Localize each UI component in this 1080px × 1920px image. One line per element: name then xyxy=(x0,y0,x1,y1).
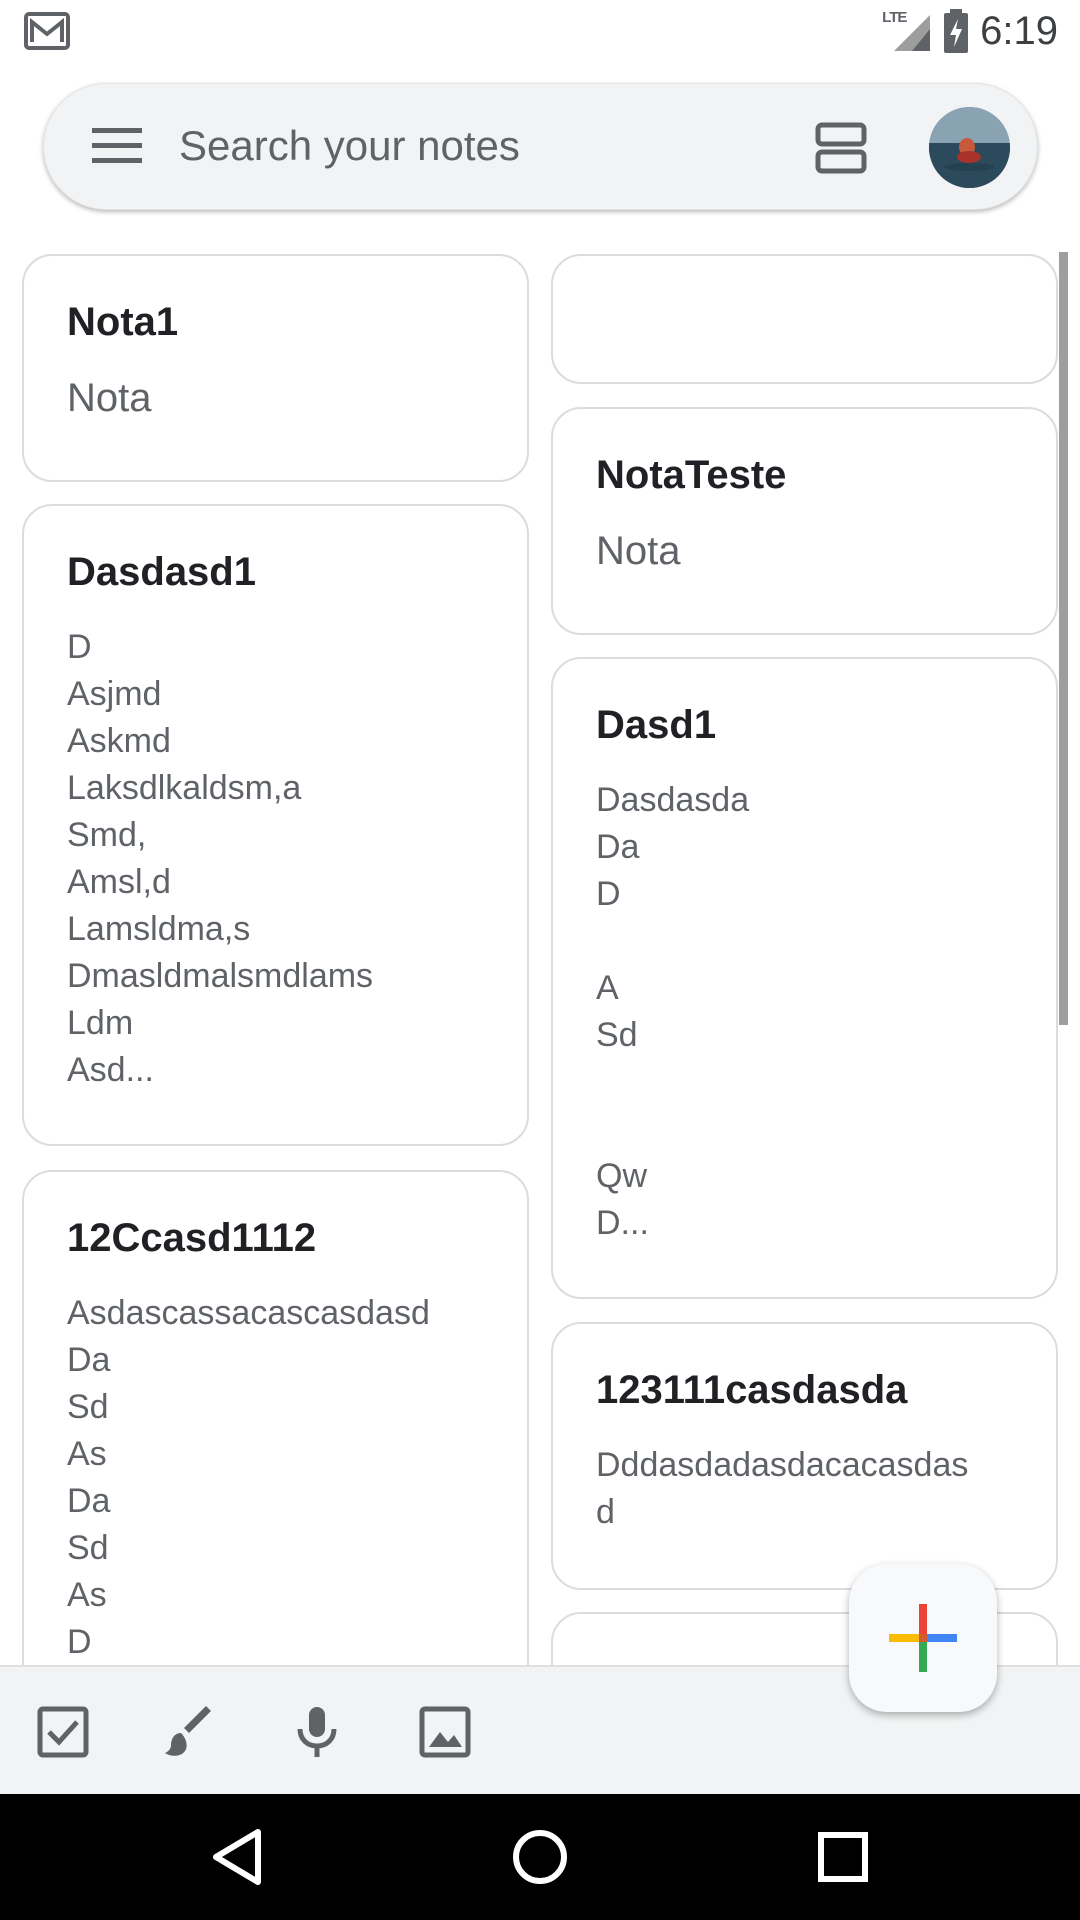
brush-icon[interactable] xyxy=(163,1705,217,1759)
recents-icon[interactable] xyxy=(810,1824,876,1890)
note-body: Dddasdadasdacacasdas d xyxy=(596,1446,969,1531)
search-bar[interactable]: Search your notes xyxy=(43,83,1038,210)
menu-icon[interactable] xyxy=(92,126,142,166)
add-note-icon xyxy=(889,1604,957,1672)
note-card[interactable]: NotaTeste Nota xyxy=(551,407,1058,635)
note-title: 12Ccasd1112 xyxy=(67,1216,317,1260)
note-body: Dasdasda Da D A Sd Qw D... xyxy=(596,781,750,1242)
note-card[interactable]: 123111casdasda Dddasdadasdacacasdas d xyxy=(551,1322,1058,1590)
status-time: 6:19 xyxy=(980,8,1058,53)
note-body: Nota xyxy=(596,529,681,573)
scrollbar[interactable] xyxy=(1059,252,1068,1025)
avatar[interactable] xyxy=(929,107,1010,188)
image-icon[interactable] xyxy=(418,1705,472,1759)
note-card[interactable]: Nota1 Nota xyxy=(22,254,529,482)
note-title: 123111casdasda xyxy=(596,1368,908,1412)
note-body: D Asjmd Askmd Laksdlkaldsm,a Smd, Amsl,d… xyxy=(67,628,374,1089)
status-bar: LTE 6:19 xyxy=(0,0,1080,63)
note-body: Nota xyxy=(67,376,152,420)
search-input[interactable]: Search your notes xyxy=(179,122,520,170)
back-icon[interactable] xyxy=(204,1824,270,1890)
system-nav-bar xyxy=(0,1794,1080,1920)
microphone-icon[interactable] xyxy=(290,1705,344,1759)
view-toggle-icon[interactable] xyxy=(815,122,867,174)
note-card[interactable]: Dasd1 Dasdasda Da D A Sd Qw D... xyxy=(551,657,1058,1299)
note-card[interactable]: 12Ccasd1112 Asdascassacascasdasd Da Sd A… xyxy=(22,1170,529,1665)
note-title: Dasdasd1 xyxy=(67,550,256,594)
note-card[interactable]: Dasdasd1 D Asjmd Askmd Laksdlkaldsm,a Sm… xyxy=(22,504,529,1146)
note-title: Nota1 xyxy=(67,300,179,344)
note-body: Asdascassacascasdasd Da Sd As Da Sd As D xyxy=(67,1294,430,1661)
gmail-icon xyxy=(24,12,70,50)
network-label: LTE xyxy=(882,9,907,26)
add-note-button[interactable] xyxy=(849,1564,997,1712)
note-card[interactable] xyxy=(551,254,1058,384)
notes-grid[interactable]: Nota1 Nota Dasdasd1 D Asjmd Askmd Laksdl… xyxy=(0,250,1080,1665)
battery-charging-icon xyxy=(944,9,969,53)
home-icon[interactable] xyxy=(507,1824,573,1890)
lte-signal-icon: LTE xyxy=(882,9,932,53)
note-title: Dasd1 xyxy=(596,703,717,747)
note-title: NotaTeste xyxy=(596,453,787,497)
checkbox-list-icon[interactable] xyxy=(36,1705,90,1759)
